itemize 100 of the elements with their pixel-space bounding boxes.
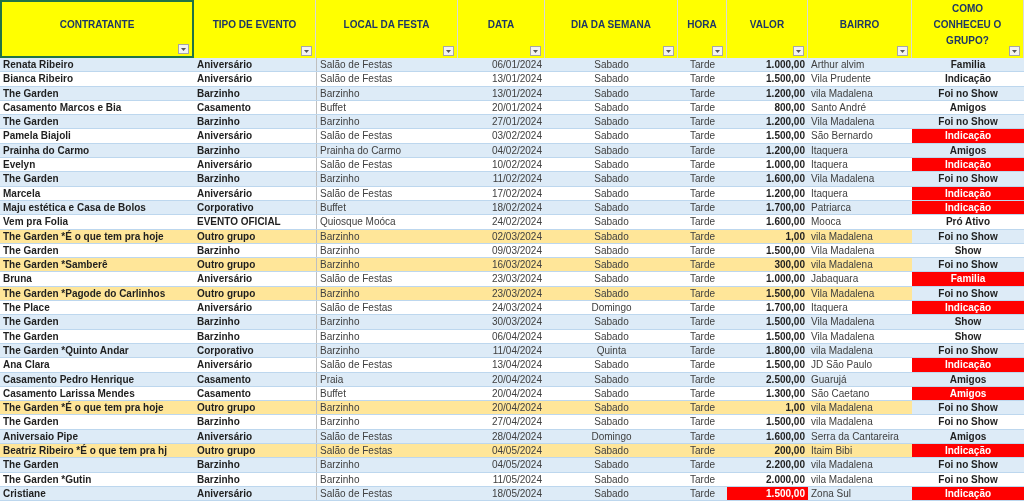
table-cell: Indicação [912, 301, 1024, 315]
filter-button[interactable] [530, 46, 541, 56]
filter-button[interactable] [712, 46, 723, 56]
header-label: CONTRATANTE [59, 18, 135, 32]
dropdown-arrow-icon [304, 49, 309, 53]
table-cell: The Garden [0, 458, 194, 472]
table-cell: Sabado [545, 115, 678, 129]
table-cell: Barzinho [316, 258, 458, 272]
table-cell: 20/04/2024 [458, 401, 545, 415]
table-cell: Sabado [545, 58, 678, 72]
table-cell: Tarde [678, 315, 727, 329]
table-cell: Outro grupo [194, 401, 316, 415]
table-cell: The Garden *Samberê [0, 258, 194, 272]
filter-button[interactable] [443, 46, 454, 56]
column-header[interactable]: COMO CONHECEU O GRUPO? [912, 0, 1024, 58]
column-header[interactable]: CONTRATANTE [0, 0, 194, 58]
table-cell: Vila Madalena [808, 172, 912, 186]
table-cell: 1.500,00 [727, 315, 808, 329]
table-cell: vila Madalena [808, 258, 912, 272]
filter-button[interactable] [1009, 46, 1020, 56]
table-cell: Sabado [545, 172, 678, 186]
header-label: BAIRRO [839, 18, 880, 32]
table-cell: Arthur alvim [808, 58, 912, 72]
table-cell: 04/05/2024 [458, 458, 545, 472]
header-label: DATA [487, 18, 515, 32]
table-cell: Sabado [545, 315, 678, 329]
column-header[interactable]: BAIRRO [808, 0, 912, 58]
column-header[interactable]: VALOR [727, 0, 808, 58]
table-cell: Barzinho [194, 115, 316, 129]
column-header[interactable]: TIPO DE EVENTO [194, 0, 316, 58]
table-cell: Aniversário [194, 58, 316, 72]
table-cell: Sabado [545, 444, 678, 458]
table-cell: Foi no Show [912, 258, 1024, 272]
filter-button[interactable] [178, 44, 189, 54]
table-cell: Foi no Show [912, 115, 1024, 129]
table-cell: Barzinho [316, 172, 458, 186]
table-cell: 27/01/2024 [458, 115, 545, 129]
table-cell: Barzinho [316, 315, 458, 329]
table-cell: 11/02/2024 [458, 172, 545, 186]
table-cell: Foi no Show [912, 172, 1024, 186]
table-cell: Tarde [678, 401, 727, 415]
table-cell: Indicação [912, 444, 1024, 458]
filter-button[interactable] [793, 46, 804, 56]
table-cell: Barzinho [316, 401, 458, 415]
column-header[interactable]: DIA DA SEMANA [545, 0, 678, 58]
column-header[interactable]: LOCAL DA FESTA [316, 0, 458, 58]
dropdown-arrow-icon [666, 49, 671, 53]
header-label: LOCAL DA FESTA [343, 18, 430, 32]
table-cell: Sabado [545, 458, 678, 472]
table-cell: 2.200,00 [727, 458, 808, 472]
table-cell: Itaim Bibi [808, 444, 912, 458]
header-label: TIPO DE EVENTO [212, 18, 297, 32]
table-cell: Barzinho [194, 315, 316, 329]
table-cell: The Garden [0, 172, 194, 186]
dropdown-arrow-icon [900, 49, 905, 53]
table-cell: Outro grupo [194, 444, 316, 458]
table-cell: Renata Ribeiro [0, 58, 194, 72]
table-cell: Beatriz Ribeiro *É o que tem pra hj [0, 444, 194, 458]
header-label: VALOR [749, 18, 785, 32]
table-cell: Familia [912, 272, 1024, 286]
table-cell: Familia [912, 58, 1024, 72]
table-cell: Indicação [912, 129, 1024, 143]
table-cell: Barzinho [316, 115, 458, 129]
table-cell: The Garden [0, 115, 194, 129]
dropdown-arrow-icon [181, 47, 186, 51]
table-cell: Show [912, 315, 1024, 329]
table-cell: 300,00 [727, 258, 808, 272]
dropdown-arrow-icon [796, 49, 801, 53]
table-cell: Vila Madalena [808, 115, 912, 129]
table-cell: vila Madalena [808, 458, 912, 472]
table-cell: 1,00 [727, 401, 808, 415]
column-header[interactable]: HORA [678, 0, 727, 58]
table-cell: Tarde [678, 58, 727, 72]
table-cell: 04/05/2024 [458, 444, 545, 458]
header-label: COMO CONHECEU O GRUPO? [932, 2, 1003, 48]
column-header[interactable]: DATA [458, 0, 545, 58]
table-cell: Barzinho [194, 458, 316, 472]
table-cell: The Garden [0, 315, 194, 329]
table-cell: Outro grupo [194, 258, 316, 272]
filter-button[interactable] [897, 46, 908, 56]
table-cell: Indicação [912, 358, 1024, 372]
table-cell: Tarde [678, 172, 727, 186]
filter-button[interactable] [663, 46, 674, 56]
header-label: HORA [687, 18, 717, 32]
dropdown-arrow-icon [715, 49, 720, 53]
table-cell: vila Madalena [808, 401, 912, 415]
table-cell: Foi no Show [912, 401, 1024, 415]
table-cell: 30/03/2024 [458, 315, 545, 329]
table-cell: 1.600,00 [727, 172, 808, 186]
table-cell: 200,00 [727, 444, 808, 458]
table-cell: Tarde [678, 258, 727, 272]
table-cell: Sabado [545, 258, 678, 272]
table-cell: Sabado [545, 401, 678, 415]
table-cell: Barzinho [194, 172, 316, 186]
filter-button[interactable] [301, 46, 312, 56]
table-cell: Tarde [678, 115, 727, 129]
table-cell: 1.200,00 [727, 115, 808, 129]
table-cell: Salão de Festas [316, 58, 458, 72]
table-cell: 06/01/2024 [458, 58, 545, 72]
table-cell: 1.000,00 [727, 58, 808, 72]
